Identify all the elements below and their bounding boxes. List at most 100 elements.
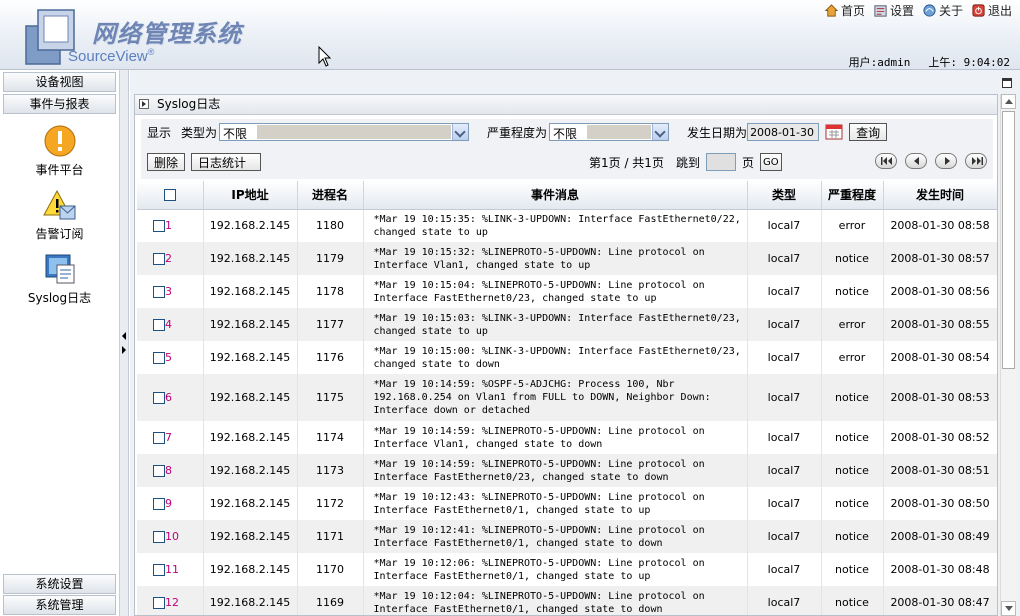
row-index-link[interactable]: 11 xyxy=(165,563,179,576)
top-links: 首页 设置 关于 退出 xyxy=(824,2,1012,19)
row-index-link[interactable]: 10 xyxy=(165,530,179,543)
next-page-button[interactable] xyxy=(935,153,957,169)
column-header[interactable]: 类型 xyxy=(747,181,822,210)
table-row[interactable]: 2 192.168.2.145 1179 *Mar 19 10:15:32: %LIN… xyxy=(137,242,997,275)
time-cell: 2008-01-30 08:48 xyxy=(883,553,997,586)
sidebar-section-system-management[interactable]: 系统管理 xyxy=(3,595,116,615)
sidebar-item-syslog[interactable]: Syslog日志 xyxy=(0,252,119,306)
column-header[interactable]: IP地址 xyxy=(203,181,298,210)
severity-cell: notice xyxy=(821,586,884,615)
process-cell: 1174 xyxy=(297,421,364,454)
row-index-link[interactable]: 5 xyxy=(165,351,172,364)
scroll-up-icon[interactable] xyxy=(1001,94,1016,109)
ip-cell: 192.168.2.145 xyxy=(203,275,298,308)
severity-cell: error xyxy=(821,308,884,341)
type-cell: local7 xyxy=(747,242,822,275)
process-cell: 1170 xyxy=(297,553,364,586)
column-header[interactable]: 严重程度 xyxy=(821,181,884,210)
table-row[interactable]: 8 192.168.2.145 1173 *Mar 19 10:14:59: %LIN… xyxy=(137,454,997,487)
row-checkbox[interactable] xyxy=(153,220,165,233)
ip-cell: 192.168.2.145 xyxy=(203,242,298,275)
page-suffix: 页 xyxy=(741,155,754,170)
row-index-link[interactable]: 8 xyxy=(165,464,172,477)
row-checkbox[interactable] xyxy=(153,286,165,298)
first-page-button[interactable] xyxy=(875,153,897,169)
message-cell: *Mar 19 10:15:32: %LINEPROTO-5-UPDOWN: L… xyxy=(363,242,748,275)
message-cell: *Mar 19 10:15:00: %LINK-3-UPDOWN: Interf… xyxy=(363,341,748,374)
column-header[interactable]: 进程名 xyxy=(297,181,364,210)
settings-link[interactable]: 设置 xyxy=(873,2,914,19)
delete-button[interactable]: 删除 xyxy=(147,153,186,171)
message-cell: *Mar 19 10:14:59: %LINEPROTO-5-UPDOWN: L… xyxy=(363,454,748,487)
process-cell: 1172 xyxy=(297,487,364,520)
type-select[interactable]: 不限 xyxy=(219,123,470,141)
about-link[interactable]: 关于 xyxy=(922,2,963,19)
date-input[interactable]: 2008-01-30 xyxy=(747,123,820,141)
home-link[interactable]: 首页 xyxy=(824,2,865,19)
panel-toggle-icon[interactable] xyxy=(139,99,149,109)
row-select-cell: 7 xyxy=(137,421,204,454)
row-checkbox[interactable] xyxy=(153,432,165,444)
scroll-thumb[interactable] xyxy=(1002,111,1015,369)
scroll-down-icon[interactable] xyxy=(1001,601,1016,616)
table-row[interactable]: 7 192.168.2.145 1174 *Mar 19 10:14:59: %LIN… xyxy=(137,421,997,454)
table-row[interactable]: 5 192.168.2.145 1176 *Mar 19 10:15:00: %LIN… xyxy=(137,341,997,374)
current-user: 用户:admin xyxy=(848,56,911,69)
table-row[interactable]: 4 192.168.2.145 1177 *Mar 19 10:15:03: %LIN… xyxy=(137,308,997,341)
syslog-table: IP地址 进程名 事件消息 类型 严重程度 发生时间 1 192.168.2.14… xyxy=(137,181,997,615)
sidebar-item-alarm-subscribe[interactable]: 告警订阅 xyxy=(0,188,119,242)
row-checkbox[interactable] xyxy=(153,319,165,331)
table-row[interactable]: 11 192.168.2.145 1170 *Mar 19 10:12:06: %LI… xyxy=(137,553,997,586)
row-index-link[interactable]: 1 xyxy=(165,219,172,232)
row-index-link[interactable]: 4 xyxy=(165,318,172,331)
last-page-button[interactable] xyxy=(965,153,987,169)
sidebar-splitter[interactable] xyxy=(120,70,129,616)
sidebar-item-event-platform[interactable]: 事件平台 xyxy=(0,124,119,178)
row-checkbox[interactable] xyxy=(153,352,165,364)
row-index-link[interactable]: 6 xyxy=(165,391,172,404)
query-button[interactable]: 查询 xyxy=(849,123,888,141)
row-index-link[interactable]: 12 xyxy=(165,596,179,609)
row-checkbox[interactable] xyxy=(153,392,165,404)
time-cell: 2008-01-30 08:58 xyxy=(883,209,997,242)
table-row[interactable]: 1 192.168.2.145 1180 *Mar 19 10:15:35: %LIN… xyxy=(137,209,997,242)
jump-page-input[interactable] xyxy=(705,153,736,171)
row-checkbox[interactable] xyxy=(153,465,165,477)
column-header[interactable]: 发生时间 xyxy=(883,181,997,210)
row-index-link[interactable]: 9 xyxy=(165,497,172,510)
row-checkbox[interactable] xyxy=(153,564,165,576)
logout-link[interactable]: 退出 xyxy=(971,2,1012,19)
row-index-link[interactable]: 2 xyxy=(165,252,172,265)
table-row[interactable]: 3 192.168.2.145 1178 *Mar 19 10:15:04: %LIN… xyxy=(137,275,997,308)
sidebar-section-system-settings[interactable]: 系统设置 xyxy=(3,574,116,594)
row-select-cell: 12 xyxy=(137,586,204,615)
row-index-link[interactable]: 3 xyxy=(165,285,172,298)
prev-page-button[interactable] xyxy=(905,153,927,169)
row-checkbox[interactable] xyxy=(153,498,165,510)
display-label: 显示 xyxy=(147,125,172,140)
severity-select[interactable]: 不限 xyxy=(549,123,670,141)
calendar-icon[interactable] xyxy=(825,124,843,140)
table-row[interactable]: 12 192.168.2.145 1169 *Mar 19 10:12:04: %LI… xyxy=(137,586,997,615)
time-cell: 2008-01-30 08:49 xyxy=(883,520,997,553)
collapse-left-icon[interactable] xyxy=(122,332,126,340)
row-checkbox[interactable] xyxy=(153,597,165,609)
sidebar-section-devices[interactable]: 设备视图 xyxy=(3,72,116,92)
expand-right-icon[interactable] xyxy=(122,346,126,354)
row-checkbox[interactable] xyxy=(153,531,165,543)
maximize-icon[interactable] xyxy=(1002,78,1012,88)
row-index-link[interactable]: 7 xyxy=(165,431,172,444)
go-button[interactable]: GO xyxy=(759,153,782,171)
vertical-scrollbar[interactable] xyxy=(1000,94,1016,616)
logout-icon xyxy=(972,4,985,17)
column-header[interactable]: 事件消息 xyxy=(363,181,748,210)
row-select-cell: 5 xyxy=(137,341,204,374)
table-row[interactable]: 10 192.168.2.145 1171 *Mar 19 10:12:41: %LI… xyxy=(137,520,997,553)
severity-cell: notice xyxy=(821,553,884,586)
table-row[interactable]: 9 192.168.2.145 1172 *Mar 19 10:12:43: %LIN… xyxy=(137,487,997,520)
select-all-checkbox[interactable] xyxy=(163,189,176,202)
log-stats-button[interactable]: 日志统计 xyxy=(191,153,262,171)
sidebar-section-events[interactable]: 事件与报表 xyxy=(3,94,116,114)
table-row[interactable]: 6 192.168.2.145 1175 *Mar 19 10:14:59: %OSP… xyxy=(137,374,997,421)
row-checkbox[interactable] xyxy=(153,253,165,265)
